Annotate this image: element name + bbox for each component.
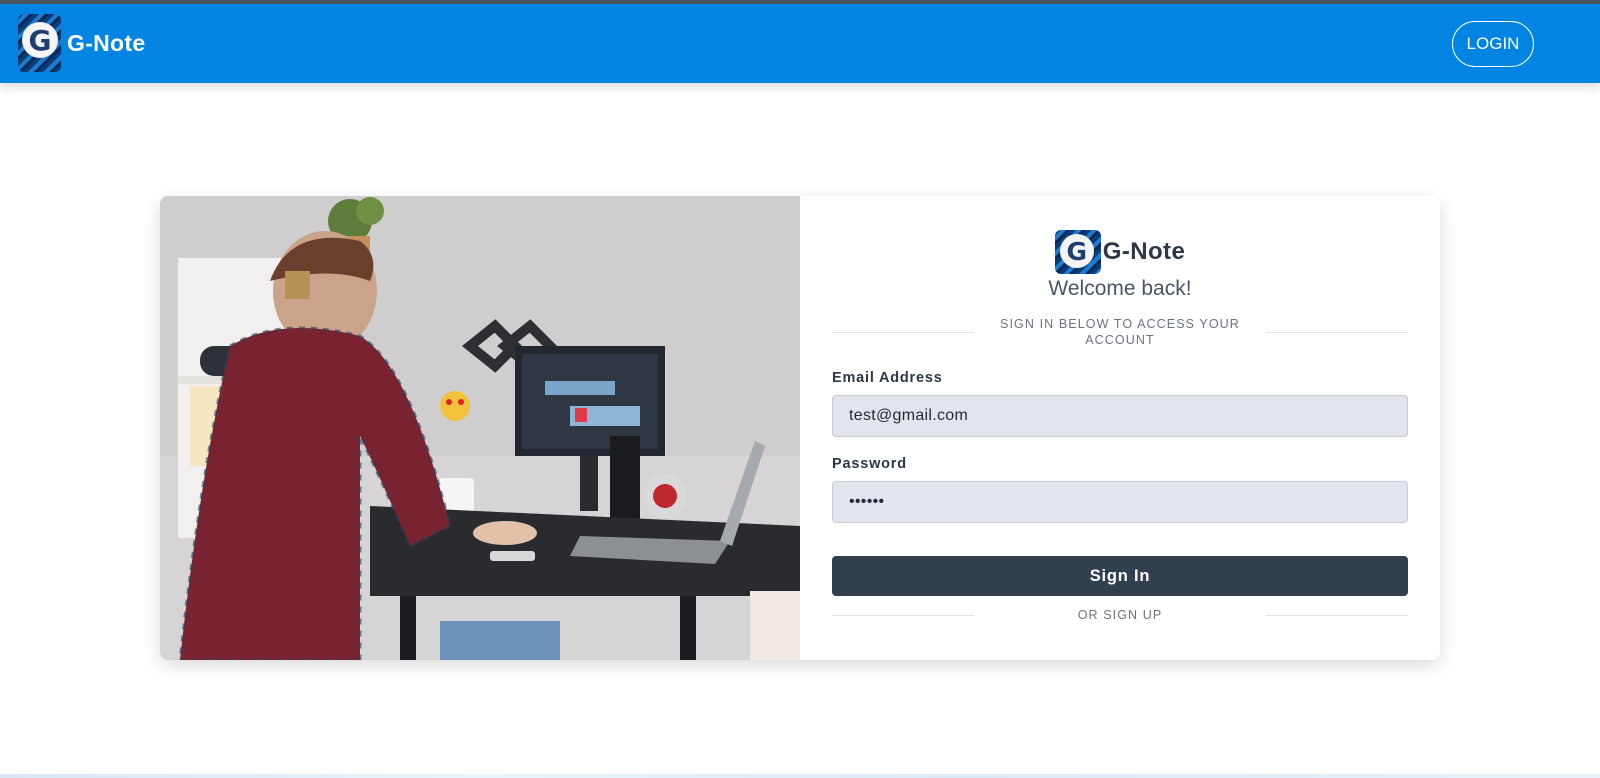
navbar-brand[interactable]: G G-Note bbox=[18, 14, 145, 72]
person-at-desk-illustration bbox=[160, 196, 800, 660]
hero-photo bbox=[160, 196, 800, 660]
divider-line-left bbox=[832, 331, 974, 333]
logo-letter: G bbox=[22, 22, 58, 58]
app-logo-icon: G bbox=[18, 14, 61, 72]
divider-line-right bbox=[1266, 331, 1408, 333]
logo-letter: G bbox=[1059, 234, 1094, 268]
divider-line-left bbox=[832, 614, 974, 616]
email-label: Email Address bbox=[832, 370, 943, 386]
login-form: G G-Note Welcome back! SIGN IN BELOW TO … bbox=[832, 196, 1408, 660]
brand-name: G-Note bbox=[67, 29, 146, 56]
form-brand-name: G-Note bbox=[1102, 238, 1186, 265]
divider-line-right bbox=[1266, 614, 1408, 616]
email-input[interactable] bbox=[832, 395, 1408, 437]
sign-up-link[interactable]: OR SIGN UP bbox=[974, 607, 1266, 623]
signup-divider: OR SIGN UP bbox=[832, 607, 1408, 623]
password-label: Password bbox=[832, 456, 907, 472]
form-brand: G G-Note bbox=[832, 230, 1408, 274]
navbar: G G-Note LOGIN bbox=[0, 4, 1600, 83]
login-button[interactable]: LOGIN bbox=[1452, 21, 1534, 67]
subtitle-text: SIGN IN BELOW TO ACCESS YOUR ACCOUNT bbox=[1000, 317, 1240, 347]
subtitle-divider: SIGN IN BELOW TO ACCESS YOUR ACCOUNT bbox=[832, 316, 1408, 348]
app-logo-icon: G bbox=[1054, 230, 1101, 274]
sign-in-button[interactable]: Sign In bbox=[832, 556, 1408, 596]
password-input[interactable] bbox=[832, 481, 1408, 523]
login-card: G G-Note Welcome back! SIGN IN BELOW TO … bbox=[160, 196, 1440, 660]
window-bottom-border bbox=[0, 774, 1600, 778]
welcome-heading: Welcome back! bbox=[1048, 277, 1192, 300]
